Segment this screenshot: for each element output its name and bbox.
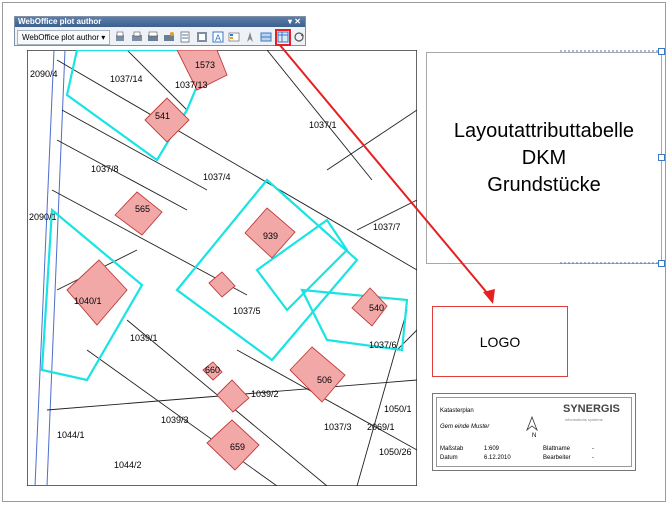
refresh-icon[interactable] bbox=[293, 31, 305, 44]
parcel-label: 540 bbox=[369, 303, 384, 313]
plot-author-dropdown[interactable]: WebOffice plot author ▾ bbox=[17, 29, 111, 45]
date-key: Datum bbox=[440, 455, 458, 461]
print-settings-icon[interactable] bbox=[179, 31, 191, 44]
title-block-inner: Katasterplan Gem einde Muster SYNERGIS i… bbox=[436, 397, 632, 467]
parcel-label: 1050/1 bbox=[384, 404, 412, 414]
print-preview-icon[interactable] bbox=[195, 31, 207, 44]
attribute-table-icon[interactable] bbox=[274, 28, 291, 46]
editor-key: Bearbeiter bbox=[543, 455, 571, 461]
parcel-label: 506 bbox=[317, 375, 332, 385]
attribute-title-line-1: Layoutattributtabelle bbox=[453, 119, 635, 142]
parcel-label: 939 bbox=[263, 231, 278, 241]
parcel-label: 541 bbox=[155, 111, 170, 121]
toolbar-titlebar[interactable]: WebOffice plot author ▾ ✕ bbox=[15, 17, 305, 27]
toolbar-window-controls[interactable]: ▾ ✕ bbox=[288, 17, 301, 27]
parcel-label: 1037/3 bbox=[324, 422, 352, 432]
parcel-label: 1037/7 bbox=[373, 222, 401, 232]
parcel-label: 1050/26 bbox=[379, 447, 412, 457]
print-portrait-icon[interactable] bbox=[114, 31, 126, 44]
print-a3-icon[interactable] bbox=[147, 31, 159, 44]
north-arrow-icon bbox=[526, 416, 538, 432]
cadastral-map[interactable]: 2090/4 1037/14 1037/13 1573 541 1037/1 1… bbox=[27, 50, 417, 486]
text-element-icon[interactable]: A bbox=[212, 31, 224, 44]
logo-placeholder[interactable]: LOGO bbox=[432, 306, 568, 377]
parcel-label: 565 bbox=[135, 204, 150, 214]
toolbar-buttons: WebOffice plot author ▾ A bbox=[15, 28, 305, 46]
brand-logo: SYNERGIS bbox=[563, 403, 620, 415]
attribute-title-line-3: Grundstücke bbox=[487, 173, 601, 196]
parcel-label: 1039/1 bbox=[130, 333, 158, 343]
title-block[interactable]: Katasterplan Gem einde Muster SYNERGIS i… bbox=[432, 393, 636, 471]
parcel-label: 1573 bbox=[195, 60, 215, 70]
svg-text:A: A bbox=[215, 33, 221, 43]
attribute-table-frame[interactable]: Layoutattributtabelle DKM Grundstücke bbox=[426, 52, 662, 264]
plan-title: Katasterplan bbox=[440, 408, 474, 414]
municipality: Gem einde Muster bbox=[440, 424, 490, 430]
parcel-label: 1037/8 bbox=[91, 164, 119, 174]
parcel-label: 2090/1 bbox=[29, 212, 57, 222]
parcel-label: 2069/1 bbox=[367, 422, 395, 432]
resize-handle[interactable] bbox=[658, 154, 665, 161]
parcel-label: 1039/3 bbox=[161, 415, 189, 425]
parcel-label: 1037/5 bbox=[233, 306, 261, 316]
date-value: 6.12.2010 bbox=[484, 455, 511, 461]
parcel-label: 1037/1 bbox=[309, 120, 337, 130]
print-landscape-icon[interactable] bbox=[131, 31, 143, 44]
parcel-label: 1044/2 bbox=[114, 460, 142, 470]
parcel-label: 1037/4 bbox=[203, 172, 231, 182]
scale-key: Maßstab bbox=[440, 446, 464, 452]
plot-author-toolbar[interactable]: WebOffice plot author ▾ ✕ WebOffice plot… bbox=[14, 16, 306, 46]
selection-edge bbox=[560, 50, 660, 52]
legend-element-icon[interactable] bbox=[228, 31, 240, 44]
parcel-label: 2090/4 bbox=[30, 69, 58, 79]
parcel-label: 659 bbox=[230, 442, 245, 452]
parcel-label: 660 bbox=[205, 365, 220, 375]
north-arrow-icon[interactable] bbox=[244, 31, 256, 44]
toolbar-title: WebOffice plot author bbox=[18, 17, 102, 26]
parcel-label: 1037/13 bbox=[175, 80, 208, 90]
attribute-title-line-2: DKM bbox=[521, 146, 567, 169]
parcel-label: 1040/1 bbox=[74, 296, 102, 306]
scale-value: 1:609 bbox=[484, 446, 500, 452]
parcel-label: 1037/14 bbox=[110, 74, 143, 84]
scalebar-icon[interactable] bbox=[260, 31, 272, 44]
parcel-label: 1037/6 bbox=[369, 340, 397, 350]
selection-edge bbox=[560, 262, 660, 264]
sheetname-value: - bbox=[592, 446, 594, 452]
print-a4-icon[interactable] bbox=[163, 31, 175, 44]
parcel-label: 1044/1 bbox=[57, 430, 85, 440]
north-label: N bbox=[532, 433, 537, 439]
parcel-label: 1039/2 bbox=[251, 389, 279, 399]
brand-tagline: informations systeme bbox=[565, 417, 603, 422]
sheetname-key: Blattname bbox=[543, 446, 571, 452]
editor-value: - bbox=[592, 455, 594, 461]
